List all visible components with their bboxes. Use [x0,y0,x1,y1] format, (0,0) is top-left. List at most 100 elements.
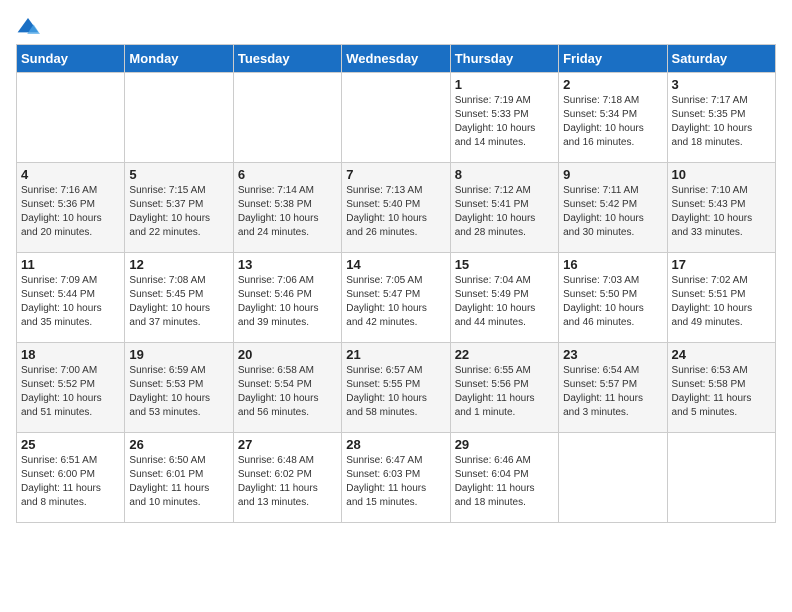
logo-icon [16,16,40,36]
calendar-table: SundayMondayTuesdayWednesdayThursdayFrid… [16,44,776,523]
calendar-cell: 29 Sunrise: 6:46 AMSunset: 6:04 PMDayligh… [450,433,558,523]
header [16,16,776,36]
calendar-cell [125,73,233,163]
day-number: 14 [346,257,445,272]
day-info: Sunrise: 7:04 AMSunset: 5:49 PMDaylight:… [455,274,554,330]
day-info: Sunrise: 6:47 AMSunset: 6:03 PMDaylight:… [346,454,445,510]
calendar-cell [17,73,125,163]
day-info: Sunrise: 7:05 AMSunset: 5:47 PMDaylight:… [346,274,445,330]
day-info: Sunrise: 7:14 AMSunset: 5:38 PMDaylight:… [238,184,337,240]
day-info: Sunrise: 7:11 AMSunset: 5:42 PMDaylight:… [563,184,662,240]
day-number: 29 [455,437,554,452]
calendar-cell: 8 Sunrise: 7:12 AMSunset: 5:41 PMDaylight… [450,163,558,253]
day-header-sunday: Sunday [17,45,125,73]
day-info: Sunrise: 6:51 AMSunset: 6:00 PMDaylight:… [21,454,120,510]
calendar-cell: 2 Sunrise: 7:18 AMSunset: 5:34 PMDaylight… [559,73,667,163]
day-number: 23 [563,347,662,362]
day-number: 26 [129,437,228,452]
day-number: 15 [455,257,554,272]
calendar-cell: 23 Sunrise: 6:54 AMSunset: 5:57 PMDayligh… [559,343,667,433]
day-info: Sunrise: 7:15 AMSunset: 5:37 PMDaylight:… [129,184,228,240]
day-header-thursday: Thursday [450,45,558,73]
day-info: Sunrise: 6:54 AMSunset: 5:57 PMDaylight:… [563,364,662,420]
calendar-cell: 3Sunrise: 7:17 AMSunset: 5:35 PMDaylight… [667,73,775,163]
day-number: 2 [563,77,662,92]
calendar-cell: 4 Sunrise: 7:16 AMSunset: 5:36 PMDaylight… [17,163,125,253]
calendar-cell: 28 Sunrise: 6:47 AMSunset: 6:03 PMDayligh… [342,433,450,523]
day-info: Sunrise: 6:46 AMSunset: 6:04 PMDaylight:… [455,454,554,510]
calendar-cell: 14 Sunrise: 7:05 AMSunset: 5:47 PMDayligh… [342,253,450,343]
day-header-monday: Monday [125,45,233,73]
day-header-wednesday: Wednesday [342,45,450,73]
day-info: Sunrise: 6:57 AMSunset: 5:55 PMDaylight:… [346,364,445,420]
day-header-tuesday: Tuesday [233,45,341,73]
day-number: 17 [672,257,771,272]
day-info: Sunrise: 7:19 AMSunset: 5:33 PMDaylight:… [455,94,554,150]
day-number: 22 [455,347,554,362]
calendar-cell: 13 Sunrise: 7:06 AMSunset: 5:46 PMDayligh… [233,253,341,343]
day-number: 18 [21,347,120,362]
calendar-cell: 10 Sunrise: 7:10 AMSunset: 5:43 PMDayligh… [667,163,775,253]
calendar-cell [559,433,667,523]
day-number: 19 [129,347,228,362]
day-info: Sunrise: 6:48 AMSunset: 6:02 PMDaylight:… [238,454,337,510]
day-header-friday: Friday [559,45,667,73]
calendar-cell: 26 Sunrise: 6:50 AMSunset: 6:01 PMDayligh… [125,433,233,523]
calendar-cell: 6 Sunrise: 7:14 AMSunset: 5:38 PMDaylight… [233,163,341,253]
day-header-saturday: Saturday [667,45,775,73]
calendar-cell: 27Sunrise: 6:48 AMSunset: 6:02 PMDayligh… [233,433,341,523]
day-number: 25 [21,437,120,452]
day-number: 8 [455,167,554,182]
day-number: 28 [346,437,445,452]
day-info: Sunrise: 7:00 AMSunset: 5:52 PMDaylight:… [21,364,120,420]
day-info: Sunrise: 7:17 AMSunset: 5:35 PMDaylight:… [672,94,771,150]
calendar-cell: 1 Sunrise: 7:19 AMSunset: 5:33 PMDaylight… [450,73,558,163]
calendar-cell: 24 Sunrise: 6:53 AMSunset: 5:58 PMDayligh… [667,343,775,433]
calendar-cell: 22 Sunrise: 6:55 AMSunset: 5:56 PMDayligh… [450,343,558,433]
calendar-cell: 18 Sunrise: 7:00 AMSunset: 5:52 PMDayligh… [17,343,125,433]
day-info: Sunrise: 6:50 AMSunset: 6:01 PMDaylight:… [129,454,228,510]
day-info: Sunrise: 7:02 AMSunset: 5:51 PMDaylight:… [672,274,771,330]
day-info: Sunrise: 7:18 AMSunset: 5:34 PMDaylight:… [563,94,662,150]
day-info: Sunrise: 7:10 AMSunset: 5:43 PMDaylight:… [672,184,771,240]
day-number: 9 [563,167,662,182]
day-number: 7 [346,167,445,182]
calendar-cell [233,73,341,163]
day-info: Sunrise: 6:55 AMSunset: 5:56 PMDaylight:… [455,364,554,420]
calendar-cell: 16 Sunrise: 7:03 AMSunset: 5:50 PMDayligh… [559,253,667,343]
day-info: Sunrise: 7:09 AMSunset: 5:44 PMDaylight:… [21,274,120,330]
day-info: Sunrise: 7:06 AMSunset: 5:46 PMDaylight:… [238,274,337,330]
day-info: Sunrise: 7:08 AMSunset: 5:45 PMDaylight:… [129,274,228,330]
day-info: Sunrise: 7:13 AMSunset: 5:40 PMDaylight:… [346,184,445,240]
calendar-cell: 20 Sunrise: 6:58 AMSunset: 5:54 PMDayligh… [233,343,341,433]
calendar-cell: 19 Sunrise: 6:59 AMSunset: 5:53 PMDayligh… [125,343,233,433]
day-number: 4 [21,167,120,182]
day-info: Sunrise: 7:16 AMSunset: 5:36 PMDaylight:… [21,184,120,240]
day-number: 5 [129,167,228,182]
day-number: 10 [672,167,771,182]
calendar-cell: 7 Sunrise: 7:13 AMSunset: 5:40 PMDaylight… [342,163,450,253]
calendar-cell: 17 Sunrise: 7:02 AMSunset: 5:51 PMDayligh… [667,253,775,343]
day-number: 24 [672,347,771,362]
day-info: Sunrise: 6:59 AMSunset: 5:53 PMDaylight:… [129,364,228,420]
calendar-cell: 15 Sunrise: 7:04 AMSunset: 5:49 PMDayligh… [450,253,558,343]
calendar-cell: 9 Sunrise: 7:11 AMSunset: 5:42 PMDaylight… [559,163,667,253]
calendar-cell: 25 Sunrise: 6:51 AMSunset: 6:00 PMDayligh… [17,433,125,523]
day-number: 20 [238,347,337,362]
day-number: 1 [455,77,554,92]
day-info: Sunrise: 6:53 AMSunset: 5:58 PMDaylight:… [672,364,771,420]
day-info: Sunrise: 7:03 AMSunset: 5:50 PMDaylight:… [563,274,662,330]
day-number: 6 [238,167,337,182]
calendar-cell: 12 Sunrise: 7:08 AMSunset: 5:45 PMDayligh… [125,253,233,343]
day-number: 13 [238,257,337,272]
day-info: Sunrise: 6:58 AMSunset: 5:54 PMDaylight:… [238,364,337,420]
day-info: Sunrise: 7:12 AMSunset: 5:41 PMDaylight:… [455,184,554,240]
day-number: 12 [129,257,228,272]
day-number: 21 [346,347,445,362]
calendar-cell [667,433,775,523]
day-number: 16 [563,257,662,272]
logo [16,16,44,36]
calendar-cell [342,73,450,163]
calendar-cell: 21 Sunrise: 6:57 AMSunset: 5:55 PMDayligh… [342,343,450,433]
calendar-cell: 11Sunrise: 7:09 AMSunset: 5:44 PMDayligh… [17,253,125,343]
